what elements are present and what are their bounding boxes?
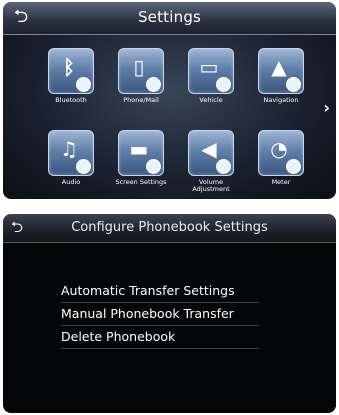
tile-label: Volume Adjustment xyxy=(192,178,230,193)
tile-vehicle[interactable]: ▭ Vehicle xyxy=(185,48,237,104)
settings-screen: ⮌ Settings ᛒ Bluetooth ▯ Phone/Mail ▭ Ve… xyxy=(3,2,336,199)
tile-label: Meter xyxy=(271,178,291,186)
menu-item-manual-transfer[interactable]: Manual Phonebook Transfer xyxy=(61,303,259,326)
meter-gear-icon: ◔ xyxy=(258,130,304,176)
phonebook-settings-screen: ⮌ Configure Phonebook Settings Automatic… xyxy=(3,214,336,413)
tile-label: Screen Settings xyxy=(115,178,167,186)
tile-screen-settings[interactable]: ▬ Screen Settings xyxy=(115,130,167,186)
audio-gear-icon: ♫ xyxy=(48,130,94,176)
settings-title-bar: ⮌ Settings xyxy=(3,2,336,35)
vehicle-gear-icon: ▭ xyxy=(188,48,234,94)
tile-bluetooth[interactable]: ᛒ Bluetooth xyxy=(45,48,97,104)
menu-item-delete-phonebook[interactable]: Delete Phonebook xyxy=(61,326,259,349)
tile-label: Vehicle xyxy=(199,96,223,104)
tile-phone-mail[interactable]: ▯ Phone/Mail xyxy=(115,48,167,104)
bluetooth-gear-icon: ᛒ xyxy=(48,48,94,94)
page-indicator xyxy=(165,188,182,199)
navigation-gear-icon: ▲ xyxy=(258,48,304,94)
chevron-right-icon[interactable]: › xyxy=(323,98,330,117)
phone-gear-icon: ▯ xyxy=(118,48,164,94)
tile-volume-adjustment[interactable]: ◀ Volume Adjustment xyxy=(185,130,237,193)
tile-label: Bluetooth xyxy=(55,96,87,104)
screen-gear-icon: ▬ xyxy=(118,130,164,176)
tile-navigation[interactable]: ▲ Navigation xyxy=(255,48,307,104)
volume-gear-icon: ◀ xyxy=(188,130,234,176)
tile-label: Audio xyxy=(61,178,81,186)
menu-item-automatic-transfer[interactable]: Automatic Transfer Settings xyxy=(61,280,259,303)
tile-label: Navigation xyxy=(263,96,299,104)
phonebook-title: Configure Phonebook Settings xyxy=(71,220,268,235)
phonebook-menu: Automatic Transfer Settings Manual Phone… xyxy=(61,280,259,349)
tile-audio[interactable]: ♫ Audio xyxy=(45,130,97,186)
tile-meter[interactable]: ◔ Meter xyxy=(255,130,307,186)
tile-label: Phone/Mail xyxy=(123,96,159,104)
settings-title: Settings xyxy=(137,8,202,26)
phonebook-title-bar: ⮌ Configure Phonebook Settings xyxy=(3,214,336,243)
